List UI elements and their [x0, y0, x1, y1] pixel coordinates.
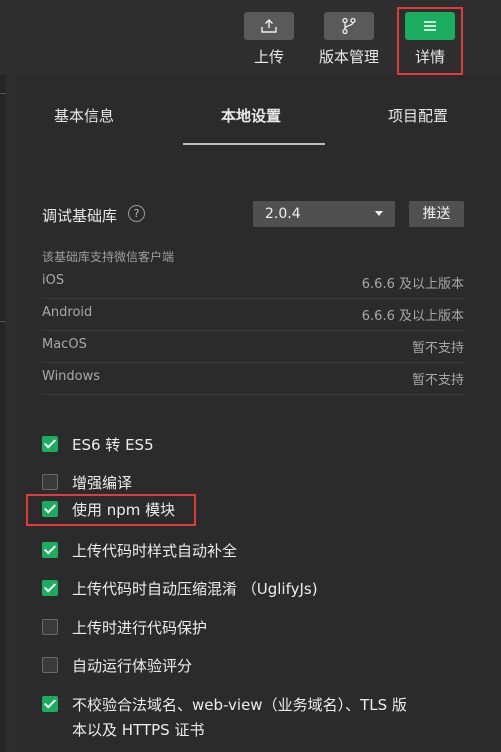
- option-label: 上传代码时样式自动补全: [72, 542, 238, 560]
- left-edge-strip: [0, 75, 6, 752]
- version-management-button[interactable]: 版本管理: [317, 12, 381, 67]
- support-row-windows: Windows 暂不支持: [42, 362, 464, 395]
- checkbox-checked[interactable]: [42, 501, 58, 517]
- tab-local-settings[interactable]: 本地设置: [221, 105, 281, 126]
- support-platform: Windows: [42, 369, 101, 384]
- active-tab-indicator: [183, 143, 325, 145]
- library-version-select[interactable]: 2.0.4: [253, 201, 395, 227]
- support-value: 6.6.6 及以上版本: [361, 277, 464, 292]
- detail-label: 详情: [414, 48, 445, 66]
- support-value: 6.6.6 及以上版本: [361, 309, 464, 324]
- help-icon[interactable]: ?: [128, 205, 145, 222]
- top-toolbar: 上传 版本管理 详情: [0, 0, 501, 75]
- support-platform: Android: [42, 305, 93, 320]
- support-platform: iOS: [42, 273, 65, 288]
- tab-bar: 基本信息 本地设置 项目配置: [16, 75, 501, 145]
- option-label: 自动运行体验评分: [72, 657, 193, 675]
- support-row-ios: iOS 6.6.6 及以上版本: [42, 266, 464, 299]
- chevron-down-icon: [375, 211, 383, 216]
- option-label-line2: 本以及 HTTPS 证书: [72, 721, 205, 739]
- menu-icon: [405, 12, 455, 40]
- support-value: 暂不支持: [411, 373, 464, 388]
- option-label: 增强编译: [72, 474, 133, 492]
- checkbox-checked[interactable]: [42, 696, 58, 712]
- checkbox-checked[interactable]: [42, 580, 58, 596]
- support-title: 该基础库支持微信客户端: [42, 250, 175, 264]
- library-version-value: 2.0.4: [265, 206, 301, 222]
- support-value: 暂不支持: [411, 341, 464, 356]
- upload-label: 上传: [253, 48, 284, 66]
- option-label: 上传代码时自动压缩混淆 （UglifyJs): [72, 580, 318, 598]
- debug-library-row: 调试基础库 ? 2.0.4 推送: [42, 201, 482, 231]
- detail-panel: 基本信息 本地设置 项目配置 调试基础库 ? 2.0.4 推送 该基础库支持微信…: [16, 75, 501, 752]
- support-platform: MacOS: [42, 337, 87, 352]
- support-row-android: Android 6.6.6 及以上版本: [42, 298, 464, 331]
- checkbox-unchecked[interactable]: [42, 619, 58, 635]
- tab-basic-info[interactable]: 基本信息: [54, 105, 114, 126]
- upload-icon: [244, 12, 294, 40]
- debug-library-label: 调试基础库: [42, 207, 118, 225]
- checkbox-checked[interactable]: [42, 542, 58, 558]
- checkbox-checked[interactable]: [42, 436, 58, 452]
- branch-icon: [324, 12, 374, 40]
- support-row-macos: MacOS 暂不支持: [42, 330, 464, 363]
- push-button[interactable]: 推送: [409, 201, 464, 227]
- detail-button[interactable]: 详情: [398, 12, 462, 67]
- checkbox-unchecked[interactable]: [42, 474, 58, 490]
- tab-project-config[interactable]: 项目配置: [388, 105, 448, 126]
- option-label: 使用 npm 模块: [72, 501, 176, 519]
- option-label: ES6 转 ES5: [72, 436, 154, 454]
- checkbox-unchecked[interactable]: [42, 657, 58, 673]
- upload-button[interactable]: 上传: [237, 12, 301, 67]
- option-label: 上传时进行代码保护: [72, 619, 208, 637]
- version-management-label: 版本管理: [318, 48, 379, 66]
- option-label: 不校验合法域名、web-view（业务域名）、TLS 版: [72, 696, 407, 714]
